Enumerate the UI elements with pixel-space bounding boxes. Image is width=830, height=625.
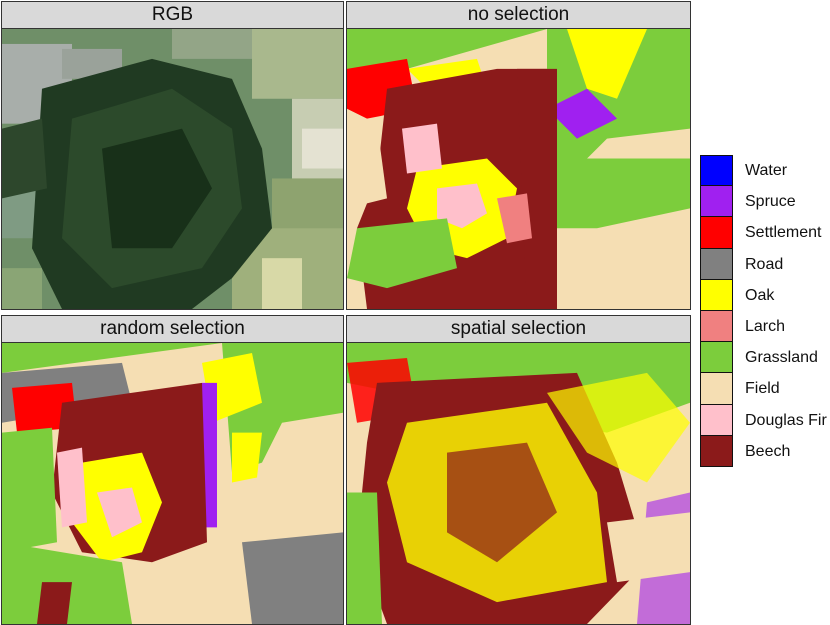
legend-label: Water <box>745 162 788 179</box>
legend-item: Grassland <box>700 342 830 374</box>
classification-map-spatial-selection <box>347 343 690 624</box>
panel-title: spatial selection <box>347 316 690 343</box>
legend-label: Oak <box>745 286 775 304</box>
legend-label: Road <box>745 255 784 273</box>
legend-item: Settlement <box>700 217 830 249</box>
legend-item: Beech <box>700 435 830 467</box>
legend-item: Field <box>700 373 830 405</box>
legend-label: Larch <box>745 317 786 335</box>
legend-swatch <box>700 435 733 467</box>
panel-title: RGB <box>2 2 343 29</box>
legend: Water Spruce Settlement Road Oak Larch Grassla… <box>700 155 830 467</box>
legend-item: Oak <box>700 279 830 311</box>
legend-swatch <box>700 342 733 374</box>
legend-swatch <box>700 248 733 280</box>
legend-swatch <box>700 279 733 311</box>
classification-map-no-selection <box>347 29 690 309</box>
panel-title: random selection <box>2 316 343 343</box>
legend-label: Douglas Fir <box>745 411 827 429</box>
panel-rgb: RGB <box>1 1 344 310</box>
legend-label: Field <box>745 380 780 398</box>
panel-title: no selection <box>347 2 690 29</box>
legend-swatch <box>700 310 733 343</box>
legend-swatch <box>700 186 733 218</box>
legend-swatch <box>700 155 733 187</box>
legend-swatch <box>700 404 733 436</box>
classification-map-random-selection <box>2 343 343 624</box>
legend-label: Spruce <box>745 193 796 211</box>
legend-label: Beech <box>745 442 791 460</box>
legend-label: Grassland <box>745 349 818 367</box>
panel-spatial-selection: spatial selection <box>346 315 691 625</box>
legend-swatch <box>700 373 733 405</box>
panel-no-selection: no selection <box>346 1 691 310</box>
legend-label: Settlement <box>745 224 822 242</box>
legend-item: Douglas Fir <box>700 404 830 436</box>
rgb-aerial-image <box>2 29 343 309</box>
panel-random-selection: random selection <box>1 315 344 625</box>
legend-item: Spruce <box>700 186 830 218</box>
legend-item: Water <box>700 155 830 187</box>
legend-item: Road <box>700 248 830 280</box>
legend-swatch <box>700 217 733 249</box>
legend-item: Larch <box>700 310 830 343</box>
